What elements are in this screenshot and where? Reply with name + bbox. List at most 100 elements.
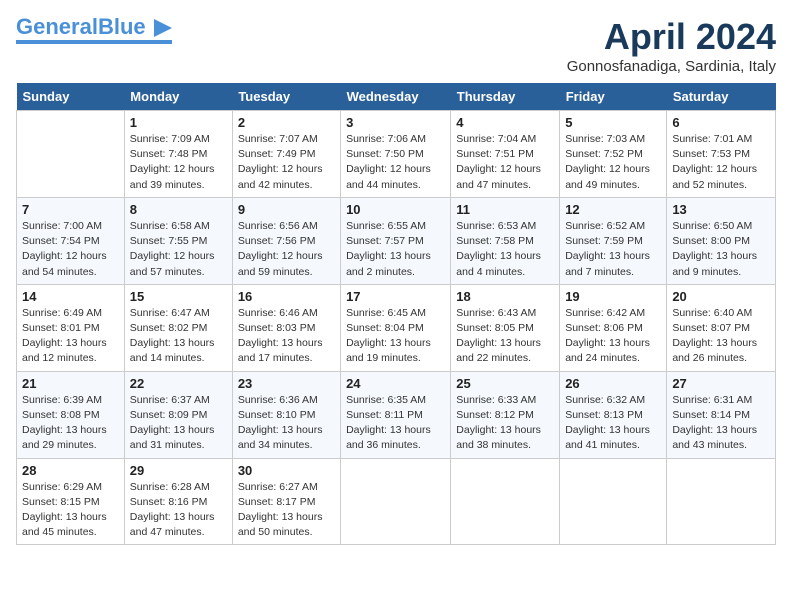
day-header-wednesday: Wednesday: [341, 83, 451, 111]
calendar-cell: 21Sunrise: 6:39 AMSunset: 8:08 PMDayligh…: [17, 371, 125, 458]
calendar-cell: 12Sunrise: 6:52 AMSunset: 7:59 PMDayligh…: [560, 197, 667, 284]
calendar-cell: 3 Sunrise: 7:06 AMSunset: 7:50 PMDaylight…: [341, 111, 451, 198]
day-number: 1: [130, 115, 227, 130]
day-number: 6: [672, 115, 770, 130]
cell-info: Sunrise: 7:03 AMSunset: 7:52 PMDaylight:…: [565, 132, 661, 193]
calendar-cell: [451, 458, 560, 545]
calendar-cell: 23 Sunrise: 6:36 AMSunset: 8:10 PMDayligh…: [232, 371, 340, 458]
cell-info: Sunrise: 6:45 AMSunset: 8:04 PMDaylight:…: [346, 306, 445, 367]
day-number: 13: [672, 202, 770, 217]
cell-info: Sunrise: 6:42 AMSunset: 8:06 PMDaylight:…: [565, 306, 661, 367]
calendar-cell: [667, 458, 776, 545]
day-number: 16: [238, 289, 335, 304]
day-header-friday: Friday: [560, 83, 667, 111]
calendar-cell: 28 Sunrise: 6:29 AMSunset: 8:15 PMDayligh…: [17, 458, 125, 545]
day-number: 19: [565, 289, 661, 304]
cell-info: Sunrise: 6:49 AMSunset: 8:01 PMDaylight:…: [22, 306, 119, 367]
calendar-cell: 26 Sunrise: 6:32 AMSunset: 8:13 PMDayligh…: [560, 371, 667, 458]
cell-info: Sunrise: 7:00 AMSunset: 7:54 PMDaylight:…: [22, 219, 119, 280]
day-number: 15: [130, 289, 227, 304]
calendar-cell: 8 Sunrise: 6:58 AMSunset: 7:55 PMDaylight…: [124, 197, 232, 284]
day-number: 25: [456, 376, 554, 391]
cell-info: Sunrise: 6:46 AMSunset: 8:03 PMDaylight:…: [238, 306, 335, 367]
day-number: 10: [346, 202, 445, 217]
week-row-2: 7 Sunrise: 7:00 AMSunset: 7:54 PMDaylight…: [17, 197, 776, 284]
cell-info: Sunrise: 6:31 AMSunset: 8:14 PMDaylight:…: [672, 393, 770, 454]
day-number: 17: [346, 289, 445, 304]
cell-info: Sunrise: 6:58 AMSunset: 7:55 PMDaylight:…: [130, 219, 227, 280]
cell-info: Sunrise: 7:07 AMSunset: 7:49 PMDaylight:…: [238, 132, 335, 193]
title-area: April 2024 Gonnosfanadiga, Sardinia, Ita…: [567, 16, 776, 75]
logo: GeneralBlue: [16, 16, 172, 44]
cell-info: Sunrise: 6:33 AMSunset: 8:12 PMDaylight:…: [456, 393, 554, 454]
cell-info: Sunrise: 6:28 AMSunset: 8:16 PMDaylight:…: [130, 480, 227, 541]
day-number: 24: [346, 376, 445, 391]
day-number: 12: [565, 202, 661, 217]
week-row-5: 28 Sunrise: 6:29 AMSunset: 8:15 PMDayligh…: [17, 458, 776, 545]
day-number: 4: [456, 115, 554, 130]
day-number: 27: [672, 376, 770, 391]
cell-info: Sunrise: 6:35 AMSunset: 8:11 PMDaylight:…: [346, 393, 445, 454]
day-number: 28: [22, 463, 119, 478]
day-number: 11: [456, 202, 554, 217]
day-number: 20: [672, 289, 770, 304]
week-row-3: 14 Sunrise: 6:49 AMSunset: 8:01 PMDayligh…: [17, 284, 776, 371]
cell-info: Sunrise: 6:29 AMSunset: 8:15 PMDaylight:…: [22, 480, 119, 541]
cell-info: Sunrise: 6:47 AMSunset: 8:02 PMDaylight:…: [130, 306, 227, 367]
day-number: 9: [238, 202, 335, 217]
day-number: 14: [22, 289, 119, 304]
calendar-cell: 16 Sunrise: 6:46 AMSunset: 8:03 PMDayligh…: [232, 284, 340, 371]
cell-info: Sunrise: 6:50 AMSunset: 8:00 PMDaylight:…: [672, 219, 770, 280]
day-number: 3: [346, 115, 445, 130]
calendar-cell: 7 Sunrise: 7:00 AMSunset: 7:54 PMDaylight…: [17, 197, 125, 284]
day-number: 26: [565, 376, 661, 391]
logo-icon: [154, 19, 172, 37]
day-number: 29: [130, 463, 227, 478]
logo-general: General: [16, 14, 98, 39]
cell-info: Sunrise: 6:53 AMSunset: 7:58 PMDaylight:…: [456, 219, 554, 280]
week-row-4: 21Sunrise: 6:39 AMSunset: 8:08 PMDayligh…: [17, 371, 776, 458]
day-header-thursday: Thursday: [451, 83, 560, 111]
calendar-cell: 10 Sunrise: 6:55 AMSunset: 7:57 PMDayligh…: [341, 197, 451, 284]
day-number: 30: [238, 463, 335, 478]
day-number: 23: [238, 376, 335, 391]
cell-info: Sunrise: 6:55 AMSunset: 7:57 PMDaylight:…: [346, 219, 445, 280]
day-number: 7: [22, 202, 119, 217]
cell-info: Sunrise: 6:56 AMSunset: 7:56 PMDaylight:…: [238, 219, 335, 280]
calendar-table: SundayMondayTuesdayWednesdayThursdayFrid…: [16, 83, 776, 545]
calendar-cell: 20 Sunrise: 6:40 AMSunset: 8:07 PMDayligh…: [667, 284, 776, 371]
cell-info: Sunrise: 6:32 AMSunset: 8:13 PMDaylight:…: [565, 393, 661, 454]
calendar-cell: 14 Sunrise: 6:49 AMSunset: 8:01 PMDayligh…: [17, 284, 125, 371]
cell-info: Sunrise: 7:06 AMSunset: 7:50 PMDaylight:…: [346, 132, 445, 193]
week-row-1: 1 Sunrise: 7:09 AMSunset: 7:48 PMDaylight…: [17, 111, 776, 198]
calendar-cell: 11 Sunrise: 6:53 AMSunset: 7:58 PMDayligh…: [451, 197, 560, 284]
calendar-cell: 15 Sunrise: 6:47 AMSunset: 8:02 PMDayligh…: [124, 284, 232, 371]
calendar-cell: 30 Sunrise: 6:27 AMSunset: 8:17 PMDayligh…: [232, 458, 340, 545]
cell-info: Sunrise: 6:40 AMSunset: 8:07 PMDaylight:…: [672, 306, 770, 367]
page-header: GeneralBlue April 2024 Gonnosfanadiga, S…: [16, 16, 776, 75]
calendar-cell: 27 Sunrise: 6:31 AMSunset: 8:14 PMDayligh…: [667, 371, 776, 458]
calendar-cell: 1 Sunrise: 7:09 AMSunset: 7:48 PMDaylight…: [124, 111, 232, 198]
cell-info: Sunrise: 6:36 AMSunset: 8:10 PMDaylight:…: [238, 393, 335, 454]
day-header-saturday: Saturday: [667, 83, 776, 111]
cell-info: Sunrise: 6:27 AMSunset: 8:17 PMDaylight:…: [238, 480, 335, 541]
calendar-cell: [17, 111, 125, 198]
calendar-cell: 9 Sunrise: 6:56 AMSunset: 7:56 PMDaylight…: [232, 197, 340, 284]
calendar-cell: 22Sunrise: 6:37 AMSunset: 8:09 PMDayligh…: [124, 371, 232, 458]
day-header-sunday: Sunday: [17, 83, 125, 111]
calendar-cell: [560, 458, 667, 545]
logo-bar: [16, 40, 172, 44]
day-header-tuesday: Tuesday: [232, 83, 340, 111]
calendar-cell: 13 Sunrise: 6:50 AMSunset: 8:00 PMDayligh…: [667, 197, 776, 284]
day-header-monday: Monday: [124, 83, 232, 111]
day-number: 22: [130, 376, 227, 391]
calendar-cell: 24 Sunrise: 6:35 AMSunset: 8:11 PMDayligh…: [341, 371, 451, 458]
calendar-cell: 25 Sunrise: 6:33 AMSunset: 8:12 PMDayligh…: [451, 371, 560, 458]
day-number: 5: [565, 115, 661, 130]
calendar-cell: 4Sunrise: 7:04 AMSunset: 7:51 PMDaylight…: [451, 111, 560, 198]
cell-info: Sunrise: 7:09 AMSunset: 7:48 PMDaylight:…: [130, 132, 227, 193]
calendar-cell: 5 Sunrise: 7:03 AMSunset: 7:52 PMDaylight…: [560, 111, 667, 198]
day-number: 18: [456, 289, 554, 304]
day-number: 8: [130, 202, 227, 217]
calendar-cell: 17 Sunrise: 6:45 AMSunset: 8:04 PMDayligh…: [341, 284, 451, 371]
